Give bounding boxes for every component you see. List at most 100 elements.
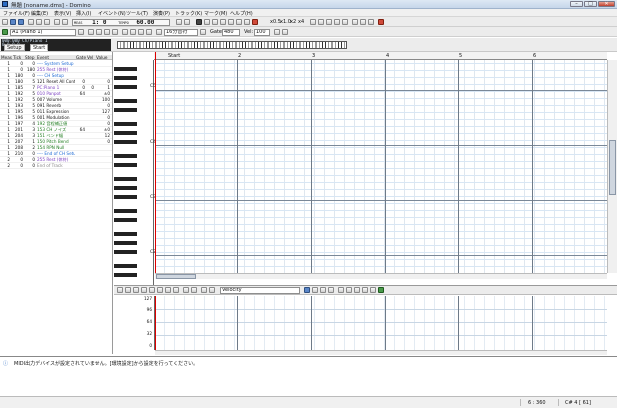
measure-ruler[interactable]: Start 2 3 4 5 6 xyxy=(154,52,607,60)
ctrl-zoom-icon[interactable] xyxy=(362,287,368,293)
fast-forward-icon[interactable] xyxy=(236,19,242,25)
menu-event[interactable]: イベント(N) xyxy=(98,10,126,17)
ctrl-list-icon[interactable] xyxy=(304,287,310,293)
note-length-select[interactable]: 16分音符 xyxy=(164,28,198,36)
event-icon[interactable] xyxy=(310,19,316,25)
ctrl-pencil-tool-icon[interactable] xyxy=(125,287,131,293)
menu-play[interactable]: 演奏(P) xyxy=(153,10,170,17)
ctrl-eraser-tool-icon[interactable] xyxy=(173,287,179,293)
note-on-icon[interactable] xyxy=(274,29,280,35)
horizontal-scroll-thumb[interactable] xyxy=(156,274,196,279)
ctrl-grid-icon[interactable] xyxy=(183,287,189,293)
tab-start[interactable]: Start xyxy=(30,44,49,51)
open-file-icon[interactable] xyxy=(10,19,16,25)
black-key[interactable] xyxy=(114,75,137,80)
piano-roll-horizontal-scrollbar[interactable] xyxy=(155,273,607,279)
col-meas[interactable]: Meas xyxy=(1,55,12,60)
note-pen-icon[interactable] xyxy=(184,19,190,25)
event-row[interactable]: 2 0 0 End of Track xyxy=(0,163,112,169)
step-input-icon[interactable] xyxy=(282,29,288,35)
mini-keyboard[interactable] xyxy=(117,41,347,49)
black-key[interactable] xyxy=(114,130,137,135)
ctrl-image-icon[interactable] xyxy=(370,287,376,293)
ctrl-wave-tool-icon[interactable] xyxy=(157,287,163,293)
black-key[interactable] xyxy=(114,208,137,213)
save-file-icon[interactable] xyxy=(18,19,24,25)
record-icon[interactable] xyxy=(252,19,258,25)
ctrl-select-tool-icon[interactable] xyxy=(117,287,123,293)
menu-file[interactable]: ファイル(F) xyxy=(3,10,30,17)
vertical-scroll-thumb[interactable] xyxy=(609,140,616,195)
ctrl-line-tool-icon[interactable] xyxy=(133,287,139,293)
black-key[interactable] xyxy=(114,240,137,245)
ctrl-extra-icon[interactable] xyxy=(378,287,384,293)
ctrl-smooth-icon[interactable] xyxy=(346,287,352,293)
help-icon[interactable] xyxy=(352,19,358,25)
control-horizontal-scrollbar[interactable] xyxy=(155,350,607,355)
menu-view[interactable]: 表示(V) xyxy=(54,10,71,17)
col-step[interactable]: Step xyxy=(25,55,35,60)
menu-insert[interactable]: 挿入(I) xyxy=(76,10,91,17)
metronome-icon[interactable] xyxy=(176,19,182,25)
triplet-icon[interactable] xyxy=(146,29,152,35)
col-event[interactable]: Event xyxy=(37,55,49,60)
black-key[interactable] xyxy=(114,121,137,126)
undo-icon[interactable] xyxy=(54,19,60,25)
menu-mark[interactable]: マーク(M) xyxy=(204,10,227,17)
piano-keyboard[interactable]: C5 C4 C3 C2 xyxy=(114,60,156,285)
piano-roll-grid[interactable] xyxy=(155,60,607,273)
zoom-icon[interactable] xyxy=(200,29,206,35)
window-icon[interactable] xyxy=(318,19,324,25)
line-tool-icon[interactable] xyxy=(104,29,110,35)
midi-in-icon[interactable] xyxy=(360,19,366,25)
redo-icon[interactable] xyxy=(62,19,68,25)
black-key[interactable] xyxy=(114,85,137,89)
black-key[interactable] xyxy=(114,218,137,222)
control-type-select[interactable]: Velocity xyxy=(220,287,300,294)
pencil-tool-icon[interactable] xyxy=(96,29,102,35)
ctrl-flip-icon[interactable] xyxy=(320,287,326,293)
menu-tools[interactable]: ツール(T) xyxy=(126,10,148,17)
close-button[interactable]: ✕ xyxy=(598,1,615,7)
black-key[interactable] xyxy=(114,250,137,254)
col-gate[interactable]: Gate xyxy=(76,55,86,60)
copy-icon[interactable] xyxy=(36,19,42,25)
track-select[interactable]: A1 (Piano 1) xyxy=(10,28,76,36)
ctrl-curve-tool-icon[interactable] xyxy=(141,287,147,293)
black-key[interactable] xyxy=(114,195,137,199)
stop-icon[interactable] xyxy=(244,19,250,25)
black-key[interactable] xyxy=(114,231,137,236)
black-key[interactable] xyxy=(114,98,137,103)
ctrl-thin-icon[interactable] xyxy=(354,287,360,293)
ctrl-curve2-tool-icon[interactable] xyxy=(149,287,155,293)
menu-edit[interactable]: 編集(E) xyxy=(31,10,48,17)
piano-roll-vertical-scrollbar[interactable] xyxy=(607,60,617,273)
black-key[interactable] xyxy=(114,176,137,181)
settings-icon[interactable] xyxy=(342,19,348,25)
menu-track[interactable]: トラック(K) xyxy=(175,10,202,17)
gate-input[interactable]: 480 xyxy=(222,28,240,36)
select-tool-icon[interactable] xyxy=(88,29,94,35)
playhead[interactable] xyxy=(155,52,156,273)
speed-x2[interactable]: x2 xyxy=(290,19,296,25)
ctrl-marker-icon[interactable] xyxy=(338,287,344,293)
mixer-icon[interactable] xyxy=(334,19,340,25)
ctrl-checkbox-icon[interactable] xyxy=(201,287,207,293)
midi-out-icon[interactable] xyxy=(368,19,374,25)
col-vel[interactable]: Vel xyxy=(87,55,93,60)
black-key[interactable] xyxy=(114,66,137,71)
col-tick[interactable]: Tick xyxy=(13,55,21,60)
new-file-icon[interactable] xyxy=(2,19,8,25)
black-key[interactable] xyxy=(114,163,137,167)
list-icon[interactable] xyxy=(326,19,332,25)
speed-x4[interactable]: x4 xyxy=(298,19,304,25)
next-measure-icon[interactable] xyxy=(228,19,234,25)
control-change-area[interactable] xyxy=(155,296,607,350)
rewind-icon[interactable] xyxy=(196,19,202,25)
ctrl-color-icon[interactable] xyxy=(209,287,215,293)
ctrl-chord-icon[interactable] xyxy=(191,287,197,293)
quantize-icon[interactable] xyxy=(138,29,144,35)
ctrl-scale-icon[interactable] xyxy=(328,287,334,293)
black-key[interactable] xyxy=(114,153,137,158)
black-key[interactable] xyxy=(114,140,137,144)
